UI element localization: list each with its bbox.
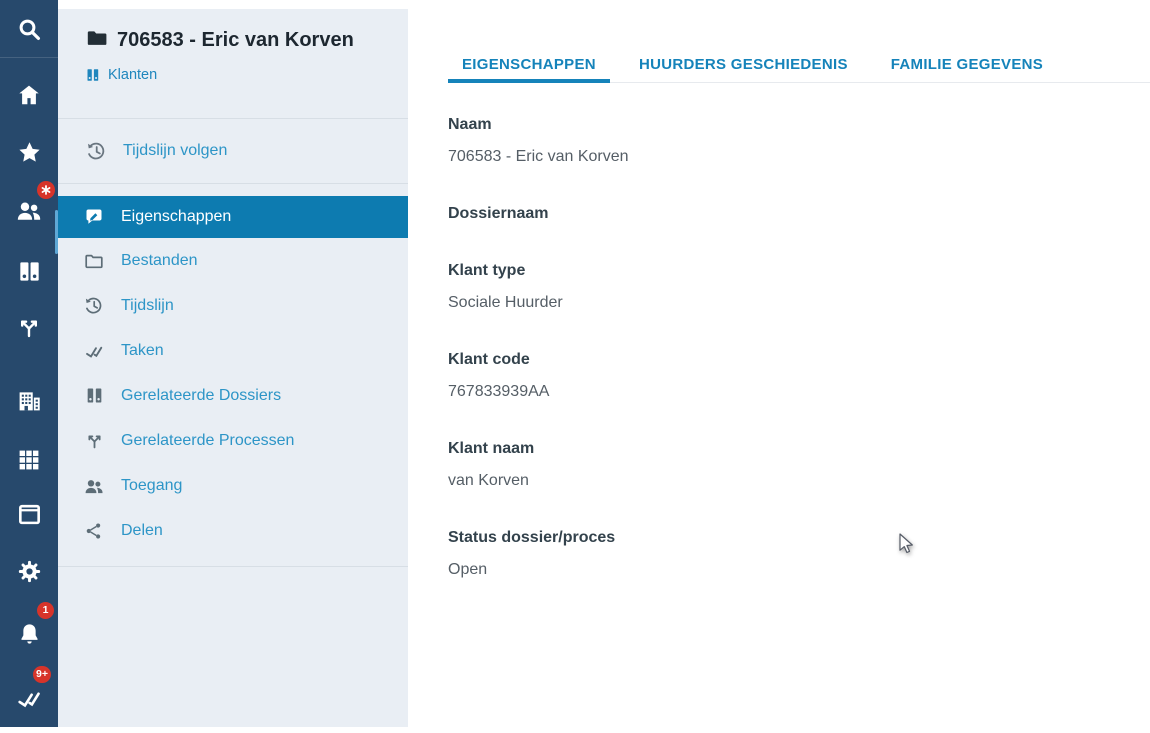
- double-check-icon: [84, 341, 104, 361]
- main-content: EIGENSCHAPPEN HUURDERS GESCHIEDENIS FAMI…: [408, 0, 1150, 733]
- history-icon: [86, 141, 107, 162]
- sidebar-item-label: Tijdslijn: [121, 297, 174, 315]
- sidebar-header: 706583 - Eric van Korven Klanten: [58, 9, 408, 83]
- iconbar-divider: [0, 57, 58, 58]
- people-asterisk-badge: [37, 181, 55, 199]
- sidebar-gap: [58, 184, 408, 196]
- tab-eigenschappen[interactable]: EIGENSCHAPPEN: [448, 46, 610, 82]
- app-iconbar: 1 9+: [0, 0, 58, 727]
- notifications-icon[interactable]: 1: [0, 611, 58, 655]
- sidebar-item-taken[interactable]: Taken: [58, 328, 408, 373]
- share-icon: [84, 522, 104, 540]
- sidebar-item-gerelateerde-dossiers[interactable]: Gerelateerde Dossiers: [58, 373, 408, 418]
- binders-icon: [84, 386, 104, 405]
- breadcrumb-klanten[interactable]: Klanten: [86, 67, 388, 83]
- calendar-icon[interactable]: [0, 491, 58, 535]
- sidebar-item-delen[interactable]: Delen: [58, 508, 408, 553]
- sidebar-item-label: Eigenschappen: [121, 208, 231, 226]
- field-label: Klant code: [448, 350, 1150, 369]
- star-icon[interactable]: [0, 130, 58, 174]
- sidebar-item-tijdslijn[interactable]: Tijdslijn: [58, 283, 408, 328]
- tab-familie-gegevens[interactable]: FAMILIE GEGEVENS: [877, 46, 1057, 82]
- tasks-badge: 9+: [33, 666, 51, 683]
- sidebar-item-bestanden[interactable]: Bestanden: [58, 238, 408, 283]
- mouse-cursor: [899, 533, 914, 560]
- people-icon: [84, 476, 104, 496]
- apps-icon[interactable]: [0, 438, 58, 482]
- folder-icon: [86, 27, 108, 49]
- follow-timeline-label: Tijdslijn volgen: [123, 142, 227, 160]
- tasks-icon[interactable]: 9+: [0, 676, 58, 720]
- field-klant-code: Klant code 767833939AA: [448, 350, 1150, 401]
- sidebar-item-eigenschappen[interactable]: Eigenschappen: [58, 196, 408, 238]
- properties-edit-bubble-icon: [84, 207, 104, 227]
- dossier-title-text: 706583 - Eric van Korven: [117, 29, 354, 51]
- field-naam: Naam 706583 - Eric van Korven: [448, 115, 1150, 166]
- follow-timeline-button[interactable]: Tijdslijn volgen: [58, 119, 408, 183]
- fields-list: Naam 706583 - Eric van Korven Dossiernaa…: [448, 115, 1150, 579]
- breadcrumb-label: Klanten: [108, 67, 157, 83]
- dossiers-icon[interactable]: [0, 249, 58, 293]
- sidebar-menu: Eigenschappen Bestanden Tijdslijn Taken …: [58, 196, 408, 553]
- sidebar-item-label: Gerelateerde Dossiers: [121, 387, 281, 405]
- sidebar-item-label: Delen: [121, 522, 163, 540]
- field-value: Open: [448, 560, 1150, 579]
- tabbar: EIGENSCHAPPEN HUURDERS GESCHIEDENIS FAMI…: [448, 46, 1150, 83]
- people-icon[interactable]: [0, 188, 58, 232]
- field-label: Naam: [448, 115, 1150, 134]
- field-value: Sociale Huurder: [448, 293, 1150, 312]
- sidebar-item-label: Bestanden: [121, 252, 198, 270]
- settings-icon[interactable]: [0, 549, 58, 593]
- field-value: van Korven: [448, 471, 1150, 490]
- field-klant-naam: Klant naam van Korven: [448, 439, 1150, 490]
- field-dossiernaam: Dossiernaam: [448, 204, 1150, 223]
- sidebar-item-label: Taken: [121, 342, 164, 360]
- sidebar-item-toegang[interactable]: Toegang: [58, 463, 408, 508]
- field-status-dossier-proces: Status dossier/proces Open: [448, 528, 1150, 579]
- processes-icon[interactable]: [0, 305, 58, 349]
- dossier-title: 706583 - Eric van Korven: [86, 25, 388, 55]
- sidebar-item-label: Toegang: [121, 477, 182, 495]
- history-icon: [84, 296, 104, 316]
- sidebar-item-label: Gerelateerde Processen: [121, 432, 294, 450]
- page: { "colors": { "iconbar_bg": "#27496c", "…: [0, 0, 1150, 733]
- home-icon[interactable]: [0, 73, 58, 117]
- klanten-binders-icon: [86, 68, 100, 82]
- field-label: Dossiernaam: [448, 204, 1150, 223]
- sidebar: 706583 - Eric van Korven Klanten Tijdsli…: [58, 9, 408, 727]
- field-value: 767833939AA: [448, 382, 1150, 401]
- sidebar-divider: [58, 566, 408, 567]
- notifications-badge: 1: [37, 602, 54, 619]
- folder-outline-icon: [84, 251, 104, 271]
- tab-huurders-geschiedenis[interactable]: HUURDERS GESCHIEDENIS: [625, 46, 862, 82]
- sidebar-item-gerelateerde-processen[interactable]: Gerelateerde Processen: [58, 418, 408, 463]
- field-label: Status dossier/proces: [448, 528, 1150, 547]
- search-icon[interactable]: [0, 7, 58, 51]
- field-value: 706583 - Eric van Korven: [448, 147, 1150, 166]
- field-label: Klant naam: [448, 439, 1150, 458]
- branch-icon: [84, 431, 104, 450]
- field-klant-type: Klant type Sociale Huurder: [448, 261, 1150, 312]
- organisations-icon[interactable]: [0, 378, 58, 422]
- field-label: Klant type: [448, 261, 1150, 280]
